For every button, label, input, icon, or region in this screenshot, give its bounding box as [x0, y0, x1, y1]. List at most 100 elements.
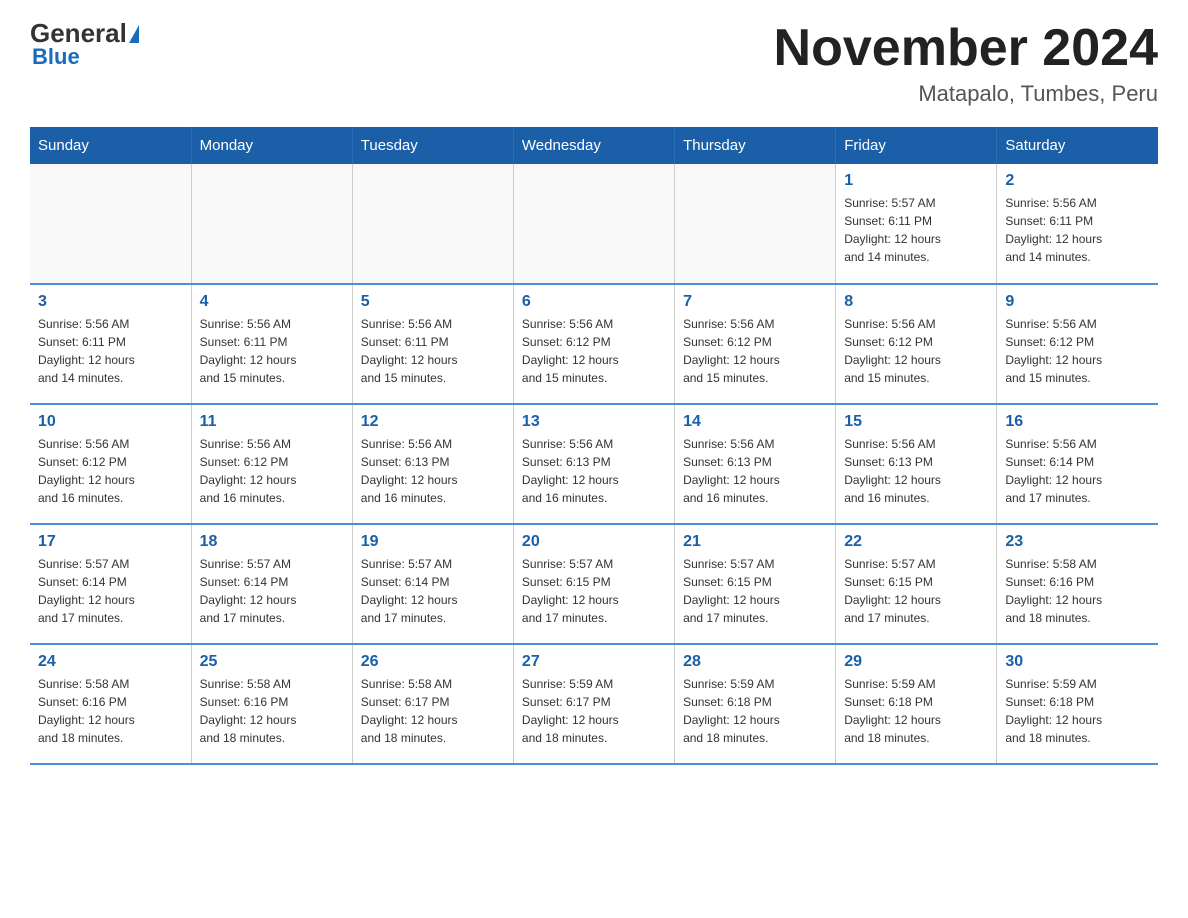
- day-info: Sunrise: 5:56 AM Sunset: 6:12 PM Dayligh…: [38, 435, 183, 507]
- calendar-week-row: 17Sunrise: 5:57 AM Sunset: 6:14 PM Dayli…: [30, 524, 1158, 644]
- page-header: General Blue November 2024 Matapalo, Tum…: [30, 20, 1158, 107]
- day-number: 13: [522, 413, 666, 431]
- column-header-wednesday: Wednesday: [513, 127, 674, 164]
- calendar-cell: 30 Sunrise: 5:59 AM Sunset: 6:18 PM Dayli…: [997, 644, 1158, 764]
- day-info: Sunrise: 5:56 AM Sunset: 6:13 PM Dayligh…: [844, 435, 988, 507]
- column-header-saturday: Saturday: [997, 127, 1158, 164]
- calendar-cell: 15 Sunrise: 5:56 AM Sunset: 6:13 PM Dayli…: [836, 404, 997, 524]
- logo-triangle-icon: [129, 25, 139, 43]
- day-number: 14: [683, 413, 827, 431]
- day-info: Sunrise: 5:57 AM Sunset: 6:15 PM Dayligh…: [522, 555, 666, 627]
- title-area: November 2024 Matapalo, Tumbes, Peru: [774, 20, 1158, 107]
- calendar-cell: 19 Sunrise: 5:57 AM Sunset: 6:14 PM Dayli…: [352, 524, 513, 644]
- column-header-friday: Friday: [836, 127, 997, 164]
- logo-blue: Blue: [32, 44, 80, 70]
- calendar-cell: 14 Sunrise: 5:56 AM Sunset: 6:13 PM Dayli…: [675, 404, 836, 524]
- day-info: Sunrise: 5:56 AM Sunset: 6:11 PM Dayligh…: [38, 315, 183, 387]
- day-number: 9: [1005, 293, 1150, 311]
- day-info: Sunrise: 5:57 AM Sunset: 6:14 PM Dayligh…: [200, 555, 344, 627]
- day-info: Sunrise: 5:56 AM Sunset: 6:12 PM Dayligh…: [683, 315, 827, 387]
- day-number: 28: [683, 653, 827, 671]
- day-number: 29: [844, 653, 988, 671]
- page-subtitle: Matapalo, Tumbes, Peru: [774, 81, 1158, 107]
- day-number: 21: [683, 533, 827, 551]
- calendar-table: SundayMondayTuesdayWednesdayThursdayFrid…: [30, 127, 1158, 765]
- calendar-week-row: 1Sunrise: 5:57 AM Sunset: 6:11 PM Daylig…: [30, 164, 1158, 284]
- calendar-cell: 21 Sunrise: 5:57 AM Sunset: 6:15 PM Dayli…: [675, 524, 836, 644]
- day-number: 7: [683, 293, 827, 311]
- calendar-cell: [675, 164, 836, 284]
- calendar-header-row: SundayMondayTuesdayWednesdayThursdayFrid…: [30, 127, 1158, 164]
- day-info: Sunrise: 5:58 AM Sunset: 6:16 PM Dayligh…: [200, 675, 344, 747]
- calendar-cell: 18 Sunrise: 5:57 AM Sunset: 6:14 PM Dayli…: [191, 524, 352, 644]
- day-info: Sunrise: 5:58 AM Sunset: 6:17 PM Dayligh…: [361, 675, 505, 747]
- calendar-cell: 9 Sunrise: 5:56 AM Sunset: 6:12 PM Daylig…: [997, 284, 1158, 404]
- calendar-cell: 5 Sunrise: 5:56 AM Sunset: 6:11 PM Daylig…: [352, 284, 513, 404]
- day-info: Sunrise: 5:56 AM Sunset: 6:13 PM Dayligh…: [522, 435, 666, 507]
- column-header-sunday: Sunday: [30, 127, 191, 164]
- day-info: Sunrise: 5:57 AM Sunset: 6:15 PM Dayligh…: [683, 555, 827, 627]
- calendar-cell: 7 Sunrise: 5:56 AM Sunset: 6:12 PM Daylig…: [675, 284, 836, 404]
- day-info: Sunrise: 5:58 AM Sunset: 6:16 PM Dayligh…: [38, 675, 183, 747]
- calendar-cell: 1Sunrise: 5:57 AM Sunset: 6:11 PM Daylig…: [836, 164, 997, 284]
- calendar-cell: 6 Sunrise: 5:56 AM Sunset: 6:12 PM Daylig…: [513, 284, 674, 404]
- calendar-cell: 16 Sunrise: 5:56 AM Sunset: 6:14 PM Dayli…: [997, 404, 1158, 524]
- day-number: 4: [200, 293, 344, 311]
- day-number: 22: [844, 533, 988, 551]
- day-info: Sunrise: 5:56 AM Sunset: 6:11 PM Dayligh…: [1005, 194, 1150, 266]
- calendar-cell: 4Sunrise: 5:56 AM Sunset: 6:11 PM Daylig…: [191, 284, 352, 404]
- day-number: 11: [200, 413, 344, 431]
- calendar-cell: 28Sunrise: 5:59 AM Sunset: 6:18 PM Dayli…: [675, 644, 836, 764]
- day-number: 12: [361, 413, 505, 431]
- calendar-week-row: 10 Sunrise: 5:56 AM Sunset: 6:12 PM Dayli…: [30, 404, 1158, 524]
- day-info: Sunrise: 5:56 AM Sunset: 6:12 PM Dayligh…: [522, 315, 666, 387]
- day-number: 8: [844, 293, 988, 311]
- calendar-cell: 27 Sunrise: 5:59 AM Sunset: 6:17 PM Dayli…: [513, 644, 674, 764]
- day-info: Sunrise: 5:57 AM Sunset: 6:11 PM Dayligh…: [844, 194, 988, 266]
- day-number: 16: [1005, 413, 1150, 431]
- calendar-cell: 2 Sunrise: 5:56 AM Sunset: 6:11 PM Daylig…: [997, 164, 1158, 284]
- day-info: Sunrise: 5:56 AM Sunset: 6:14 PM Dayligh…: [1005, 435, 1150, 507]
- calendar-week-row: 3 Sunrise: 5:56 AM Sunset: 6:11 PM Daylig…: [30, 284, 1158, 404]
- day-number: 30: [1005, 653, 1150, 671]
- day-info: Sunrise: 5:59 AM Sunset: 6:17 PM Dayligh…: [522, 675, 666, 747]
- calendar-cell: 10 Sunrise: 5:56 AM Sunset: 6:12 PM Dayli…: [30, 404, 191, 524]
- day-info: Sunrise: 5:57 AM Sunset: 6:14 PM Dayligh…: [38, 555, 183, 627]
- calendar-cell: [352, 164, 513, 284]
- day-number: 26: [361, 653, 505, 671]
- column-header-thursday: Thursday: [675, 127, 836, 164]
- calendar-cell: 13 Sunrise: 5:56 AM Sunset: 6:13 PM Dayli…: [513, 404, 674, 524]
- day-number: 23: [1005, 533, 1150, 551]
- day-number: 20: [522, 533, 666, 551]
- day-number: 25: [200, 653, 344, 671]
- logo: General Blue: [30, 20, 139, 70]
- day-info: Sunrise: 5:57 AM Sunset: 6:14 PM Dayligh…: [361, 555, 505, 627]
- logo-general: General: [30, 20, 127, 46]
- day-number: 3: [38, 293, 183, 311]
- calendar-cell: 20 Sunrise: 5:57 AM Sunset: 6:15 PM Dayli…: [513, 524, 674, 644]
- column-header-tuesday: Tuesday: [352, 127, 513, 164]
- day-number: 5: [361, 293, 505, 311]
- day-number: 2: [1005, 172, 1150, 190]
- day-number: 10: [38, 413, 183, 431]
- day-info: Sunrise: 5:56 AM Sunset: 6:13 PM Dayligh…: [361, 435, 505, 507]
- day-info: Sunrise: 5:59 AM Sunset: 6:18 PM Dayligh…: [1005, 675, 1150, 747]
- day-number: 24: [38, 653, 183, 671]
- day-number: 19: [361, 533, 505, 551]
- calendar-cell: 12 Sunrise: 5:56 AM Sunset: 6:13 PM Dayli…: [352, 404, 513, 524]
- day-number: 15: [844, 413, 988, 431]
- day-info: Sunrise: 5:56 AM Sunset: 6:11 PM Dayligh…: [361, 315, 505, 387]
- day-info: Sunrise: 5:58 AM Sunset: 6:16 PM Dayligh…: [1005, 555, 1150, 627]
- day-number: 6: [522, 293, 666, 311]
- column-header-monday: Monday: [191, 127, 352, 164]
- calendar-cell: [513, 164, 674, 284]
- day-number: 27: [522, 653, 666, 671]
- calendar-cell: [30, 164, 191, 284]
- page-title: November 2024: [774, 20, 1158, 77]
- calendar-cell: 8Sunrise: 5:56 AM Sunset: 6:12 PM Daylig…: [836, 284, 997, 404]
- calendar-cell: 17Sunrise: 5:57 AM Sunset: 6:14 PM Dayli…: [30, 524, 191, 644]
- day-number: 18: [200, 533, 344, 551]
- day-info: Sunrise: 5:56 AM Sunset: 6:13 PM Dayligh…: [683, 435, 827, 507]
- day-info: Sunrise: 5:56 AM Sunset: 6:12 PM Dayligh…: [1005, 315, 1150, 387]
- calendar-cell: 11Sunrise: 5:56 AM Sunset: 6:12 PM Dayli…: [191, 404, 352, 524]
